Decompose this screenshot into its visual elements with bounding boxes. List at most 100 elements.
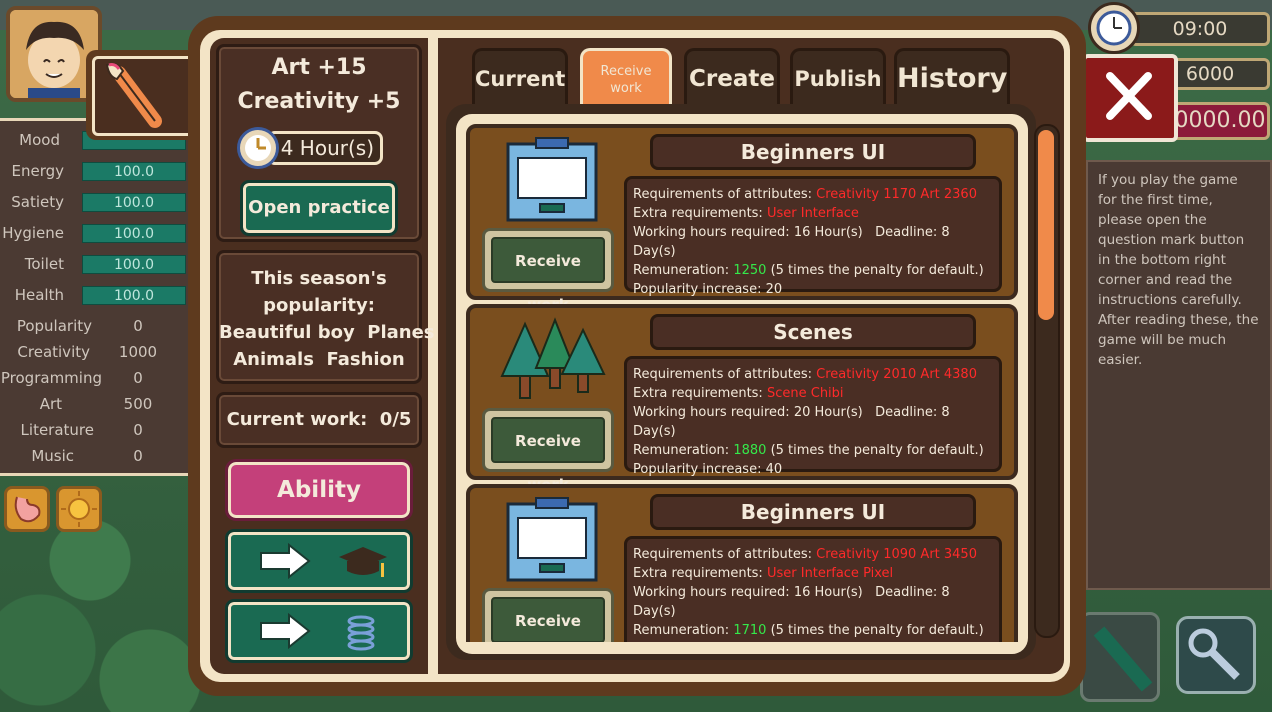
attr-creativity: Creativity 1000 [0, 341, 188, 365]
extra-req-label: Extra requirements: [633, 566, 763, 581]
tab-publish[interactable]: Publish [790, 48, 886, 106]
season-line-1: This season's [251, 268, 387, 289]
stopwatch-icon [237, 127, 279, 169]
hours-line: Working hours required: 16 Hour(s) Deadl… [633, 223, 993, 261]
job-title: Beginners UI [650, 494, 976, 530]
extra-req-value: User Interface [766, 206, 859, 221]
duration-text: 4 Hour(s) [280, 136, 374, 160]
trees-icon [498, 316, 606, 404]
popularity-label: Popularity increase: [633, 462, 762, 477]
attr-label: Programming [0, 369, 102, 387]
stats-panel: Mood Energy 100.0 Satiety 100.0 Hygiene … [0, 118, 188, 476]
sun-status-icon[interactable] [56, 486, 102, 532]
attr-value: 500 [123, 395, 153, 413]
trees-art-icon [500, 317, 606, 399]
pay-label: Remuneration: [633, 623, 730, 638]
stat-bar: 100.0 [82, 255, 186, 274]
stomach-status-icon[interactable] [4, 486, 50, 532]
deadline-label: Deadline: [875, 405, 938, 420]
popularity-value: 40 [765, 462, 783, 477]
time-text: 09:00 [1172, 18, 1228, 40]
hours-line: Working hours required: 20 Hour(s) Deadl… [633, 403, 993, 441]
deadline-label: Deadline: [875, 585, 938, 600]
stat-energy: Energy 100.0 [0, 160, 188, 184]
stat-bar: 100.0 [82, 193, 186, 212]
practice-gain-creativity: Creativity +5 [237, 89, 401, 114]
penalty-note: (5 times the penalty for default.) [770, 443, 984, 458]
tab-create[interactable]: Create [684, 48, 780, 106]
monitor-icon [498, 136, 598, 224]
stat-bar: 100.0 [82, 286, 186, 305]
popularity-value: 20 [765, 282, 783, 297]
attr-value: 0 [133, 447, 143, 465]
penalty-note: (5 times the penalty for default.) [770, 623, 984, 638]
column-divider [428, 38, 438, 674]
open-practice-label: Open practice [248, 197, 390, 218]
go-to-school-button[interactable] [225, 529, 413, 593]
stat-toilet: Toilet 100.0 [0, 253, 188, 277]
extra-req-value: Scene Chibi [766, 386, 844, 401]
paintbrush-icon [105, 62, 162, 128]
hours-value: 20 Hour(s) [793, 405, 863, 420]
money-big-text: 0000.00 [1174, 108, 1266, 133]
pay-value: 1710 [733, 623, 767, 638]
monitor-art-icon [506, 497, 598, 582]
deadline-label: Deadline: [875, 225, 938, 240]
pencil-tool-button[interactable] [1080, 612, 1160, 702]
time-display: 09:00 [1130, 12, 1270, 46]
penalty-note: (5 times the penalty for default.) [770, 263, 984, 278]
extra-req-line: Extra requirements: User Interface [633, 204, 993, 223]
stat-bar: 100.0 [82, 224, 186, 243]
receive-work-button[interactable]: Receive work [482, 408, 614, 494]
season-line-2: popularity: [263, 295, 375, 316]
hours-value: 16 Hour(s) [793, 225, 863, 240]
receive-work-label: Receive work [491, 237, 605, 314]
tab-label: Publish [794, 67, 882, 91]
attr-literature: Literature 0 [0, 419, 188, 443]
attr-value: 0 [133, 369, 143, 387]
settings-tool-button[interactable] [1176, 616, 1256, 694]
receive-work-button[interactable]: Receive work [482, 228, 614, 314]
go-to-workshop-button[interactable] [225, 599, 413, 663]
tab-label: Current [475, 67, 566, 91]
receive-work-button[interactable]: Receive work [482, 588, 614, 642]
stat-bar: 100.0 [82, 162, 186, 181]
ability-unlock-button[interactable]: Ability unlock [225, 459, 413, 553]
pencil-icon [1093, 626, 1153, 692]
job-card: Beginners UI Requirements of attributes:… [466, 124, 1018, 314]
tab-label: History [897, 63, 1008, 94]
arrow-spring-icon [260, 612, 375, 651]
clock-icon [1088, 2, 1140, 54]
scrollbar-thumb[interactable] [1038, 130, 1054, 320]
req-attr-line: Requirements of attributes: Creativity 1… [633, 545, 993, 564]
tab-history[interactable]: History [894, 48, 1010, 106]
hours-label: Working hours required: [633, 405, 790, 420]
current-work-text: Current work: 0/5 [226, 409, 412, 430]
close-button[interactable] [1082, 54, 1178, 142]
stat-label: Health [14, 286, 64, 304]
stat-health: Health 100.0 [0, 284, 188, 308]
pay-line: Remuneration: 1250 (5 times the penalty … [633, 261, 993, 280]
hours-line: Working hours required: 16 Hour(s) Deadl… [633, 583, 993, 621]
attr-value: 0 [133, 317, 143, 335]
pay-label: Remuneration: [633, 443, 730, 458]
req-attr-line: Requirements of attributes: Creativity 1… [633, 185, 993, 204]
job-list[interactable]: Beginners UI Requirements of attributes:… [462, 120, 1022, 642]
open-practice-button[interactable]: Open practice [240, 180, 398, 236]
receive-work-label: Receive work [491, 597, 605, 642]
attr-label: Art [39, 395, 62, 413]
clock-face-icon [1096, 10, 1132, 46]
popularity-line: Popularity increase: 20 [633, 280, 993, 299]
practice-box: Art +15 Creativity +5 4 Hour(s) Open pra… [216, 44, 422, 242]
extra-req-label: Extra requirements: [633, 206, 763, 221]
tip-text: If you play the game for the first time,… [1098, 172, 1259, 368]
popularity-line: Popularity increase: 20 [633, 640, 993, 642]
attr-value: 1000 [118, 343, 158, 361]
current-work-box: Current work: 0/5 [216, 392, 422, 448]
attr-label: Creativity [17, 343, 90, 361]
art-skill-tile [92, 56, 196, 136]
tab-current[interactable]: Current [472, 48, 568, 106]
req-attr-value: Creativity 1170 Art 2360 [816, 187, 977, 202]
tab-receive-work[interactable]: Receive work [580, 48, 672, 106]
tab-label: Create [689, 66, 775, 92]
